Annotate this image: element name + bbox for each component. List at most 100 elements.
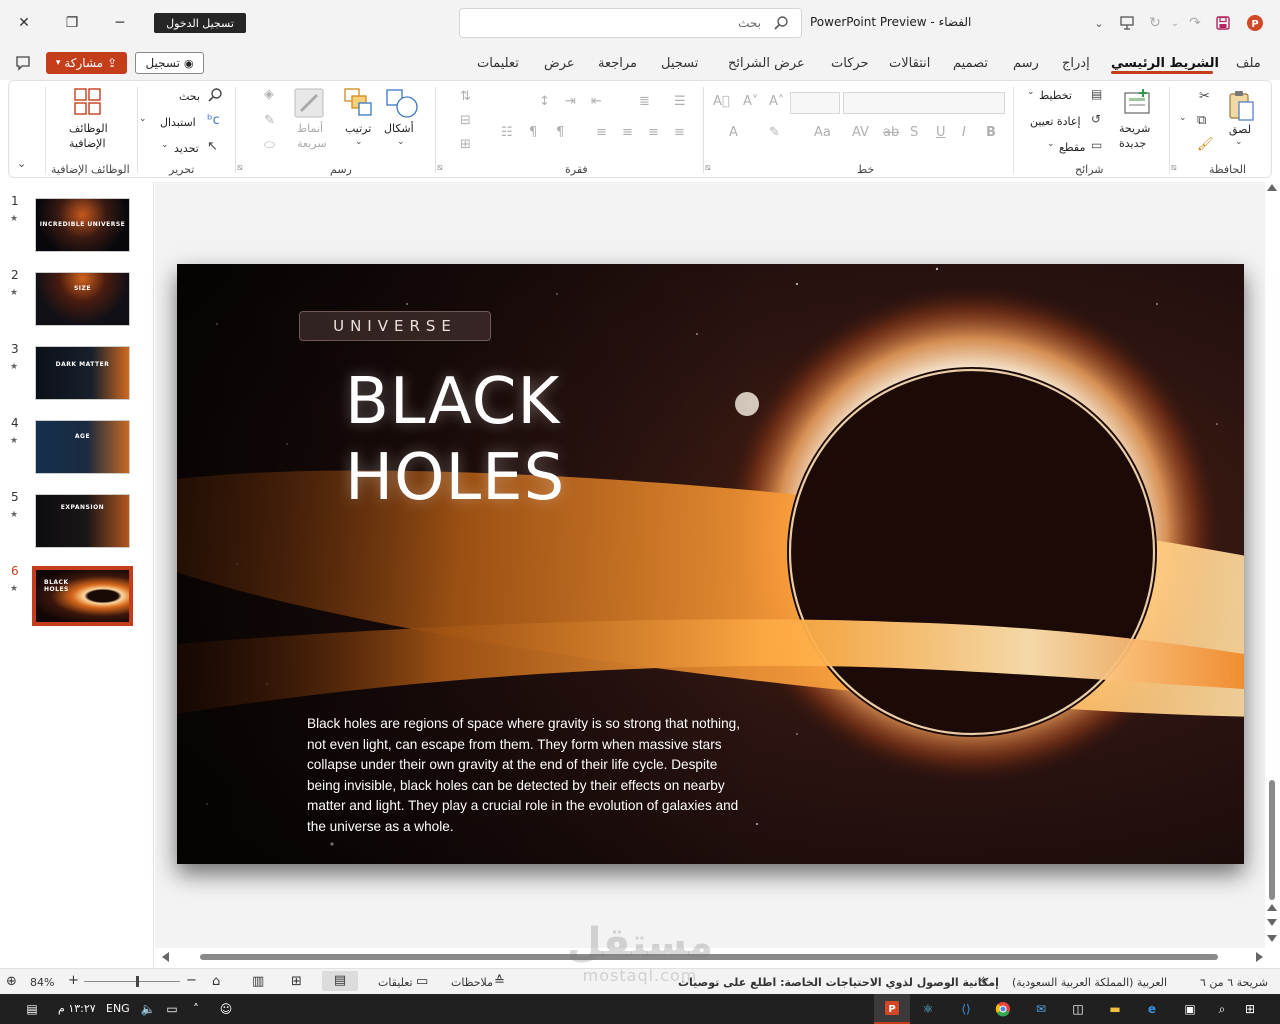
show-hidden-icons[interactable]: ˄ [186, 1000, 206, 1018]
tab-review[interactable]: مراجعة [598, 56, 637, 71]
layout-icon[interactable]: ▤ [1091, 87, 1102, 101]
bold-icon[interactable]: B [986, 125, 996, 140]
taskbar-search-icon[interactable]: ⌕ [1212, 1000, 1232, 1018]
vscode-icon[interactable]: ⟨⟩ [956, 1000, 976, 1018]
slide-thumbnail-3[interactable]: DARK MATTER [35, 346, 130, 400]
share-button[interactable]: ▾ مشاركة ⇪ [46, 52, 127, 74]
align-text-icon[interactable]: ⊟ [460, 113, 471, 128]
tab-draw[interactable]: رسم [1013, 56, 1039, 71]
restore-window-button[interactable]: ❐ [58, 10, 86, 36]
shadow-icon[interactable]: S [910, 125, 918, 140]
slideshow-button[interactable]: ⌂ [212, 974, 220, 989]
present-icon[interactable] [1116, 12, 1138, 34]
highlight-icon[interactable]: ✎ [769, 125, 780, 140]
rtl-icon[interactable]: ¶ [556, 125, 564, 140]
language-indicator[interactable]: العربية (المملكة العربية السعودية) [1012, 976, 1167, 989]
section-dropdown-icon[interactable]: ⌄ [1047, 139, 1055, 149]
notifications-icon[interactable]: ▤ [22, 1000, 42, 1018]
tab-view[interactable]: عرض [544, 56, 575, 71]
tab-insert[interactable]: إدراج [1062, 56, 1090, 71]
comments-pane-icon[interactable] [14, 54, 32, 76]
layout-dropdown-icon[interactable]: ⌄ [1027, 87, 1035, 97]
zoom-in-button[interactable]: + [68, 973, 79, 988]
arrange-dropdown-icon[interactable]: ⌄ [355, 137, 363, 147]
people-icon[interactable]: ☺ [216, 1000, 236, 1018]
redo-dropdown-icon[interactable]: ⌄ [1164, 12, 1186, 34]
section-label[interactable]: مقطع [1059, 141, 1085, 154]
clipboard-launcher-icon[interactable]: ⧅ [1171, 163, 1177, 173]
character-spacing-icon[interactable]: AV [852, 125, 869, 140]
react-app-icon[interactable]: ⚛ [918, 1000, 938, 1018]
slide-thumbnail-4[interactable]: AGE [35, 420, 130, 474]
addins-icon[interactable] [73, 87, 103, 121]
underline-icon[interactable]: U [936, 125, 946, 140]
clear-formatting-icon[interactable]: A⃠ [713, 94, 730, 109]
normal-view-button[interactable]: ▤ [322, 971, 358, 991]
select-dropdown-icon[interactable]: ⌄ [161, 140, 169, 150]
redo-icon[interactable]: ↻ [1144, 12, 1166, 34]
zoom-level[interactable]: 84% [30, 976, 54, 989]
customize-qat-icon[interactable]: ⌄ [1088, 12, 1110, 34]
quick-styles-icon[interactable] [293, 87, 325, 123]
minimize-window-button[interactable]: ─ [106, 10, 134, 36]
text-direction-icon[interactable]: ⇅ [460, 89, 471, 104]
zoom-slider-thumb[interactable] [136, 976, 139, 987]
record-button[interactable]: تسجيل ◉ [135, 52, 204, 74]
line-spacing-icon[interactable]: ↕ [539, 94, 550, 109]
shapes-dropdown-icon[interactable]: ⌄ [397, 137, 405, 147]
slide-thumbnail-2[interactable]: SIZE [35, 272, 130, 326]
tab-record[interactable]: تسجيل [661, 56, 698, 71]
tab-slideshow[interactable]: عرض الشرائح [728, 56, 805, 71]
decrease-font-icon[interactable]: A˅ [743, 94, 758, 109]
accessibility-status[interactable]: إمكانية الوصول لذوي الاحتياجات الخاصة: ا… [678, 976, 999, 989]
sign-in-button[interactable]: تسجيل الدخول [154, 13, 246, 33]
format-painter-icon[interactable]: 🖌 [1197, 137, 1214, 152]
paste-icon[interactable] [1227, 89, 1257, 127]
paragraph-launcher-icon[interactable]: ⧅ [437, 163, 443, 173]
task-view-icon[interactable]: ▣ [1180, 1000, 1200, 1018]
slide-thumbnail-1[interactable]: INCREDIBLE UNIVERSE [35, 198, 130, 252]
drawing-launcher-icon[interactable]: ⧅ [237, 163, 243, 173]
increase-font-icon[interactable]: A˄ [769, 94, 784, 109]
replace-dropdown-icon[interactable]: ⌄ [139, 114, 147, 124]
notes-button[interactable]: ملاحظات [451, 976, 493, 989]
select-label[interactable]: تحديد [174, 142, 199, 155]
ltr-icon[interactable]: ¶ [529, 125, 537, 140]
network-icon[interactable]: ▭ [162, 1000, 182, 1018]
increase-indent-icon[interactable]: ⇥ [565, 94, 576, 109]
numbering-icon[interactable]: ≣ [639, 94, 650, 109]
start-icon[interactable]: ⊞ [1240, 1000, 1260, 1018]
slide-thumbnail-6[interactable]: BLACK HOLES [32, 566, 133, 626]
clock[interactable]: ١٣:٢٧ م [58, 1002, 96, 1015]
arrange-icon[interactable] [343, 87, 373, 121]
font-launcher-icon[interactable]: ⧅ [705, 163, 711, 173]
powerpoint-taskbar-icon[interactable]: P [874, 994, 910, 1024]
slide-body-text[interactable]: Black holes are regions of space where g… [307, 714, 747, 838]
tab-design[interactable]: تصميم [953, 56, 988, 71]
strikethrough-icon[interactable]: ab [883, 125, 899, 140]
collapse-ribbon-icon[interactable]: ⌄ [17, 157, 26, 170]
shape-effects-icon[interactable]: ⬭ [264, 138, 275, 153]
select-icon[interactable]: ↖ [207, 139, 218, 154]
reset-icon[interactable]: ↺ [1091, 112, 1101, 126]
center-icon[interactable]: ≡ [648, 125, 659, 140]
comments-button[interactable]: تعليقات [378, 976, 413, 989]
shape-outline-icon[interactable]: ✎ [264, 113, 275, 128]
tab-transitions[interactable]: انتقالات [889, 56, 930, 71]
slide-sorter-button[interactable]: ⊞ [291, 974, 302, 989]
replace-label[interactable]: استبدال [160, 116, 196, 129]
font-name-dropdown[interactable] [843, 92, 1005, 114]
tab-file[interactable]: ملف [1236, 56, 1261, 71]
cut-icon[interactable]: ✂ [1199, 89, 1210, 104]
mail-icon[interactable]: ✉ [1031, 1000, 1051, 1018]
save-icon[interactable] [1212, 12, 1234, 34]
volume-icon[interactable]: 🔈 [138, 1000, 158, 1018]
align-left-icon[interactable]: ≡ [622, 125, 633, 140]
paste-dropdown-icon[interactable]: ⌄ [1235, 137, 1243, 147]
smartart-icon[interactable]: ⊞ [460, 137, 471, 152]
current-slide[interactable]: UNIVERSE BLACK HOLES Black holes are reg… [177, 264, 1244, 864]
tab-home[interactable]: الشريط الرئيسي [1111, 56, 1219, 71]
tab-help[interactable]: تعليمات [477, 56, 519, 71]
columns-icon[interactable]: ☷ [501, 125, 513, 140]
chrome-icon[interactable] [993, 1000, 1013, 1018]
